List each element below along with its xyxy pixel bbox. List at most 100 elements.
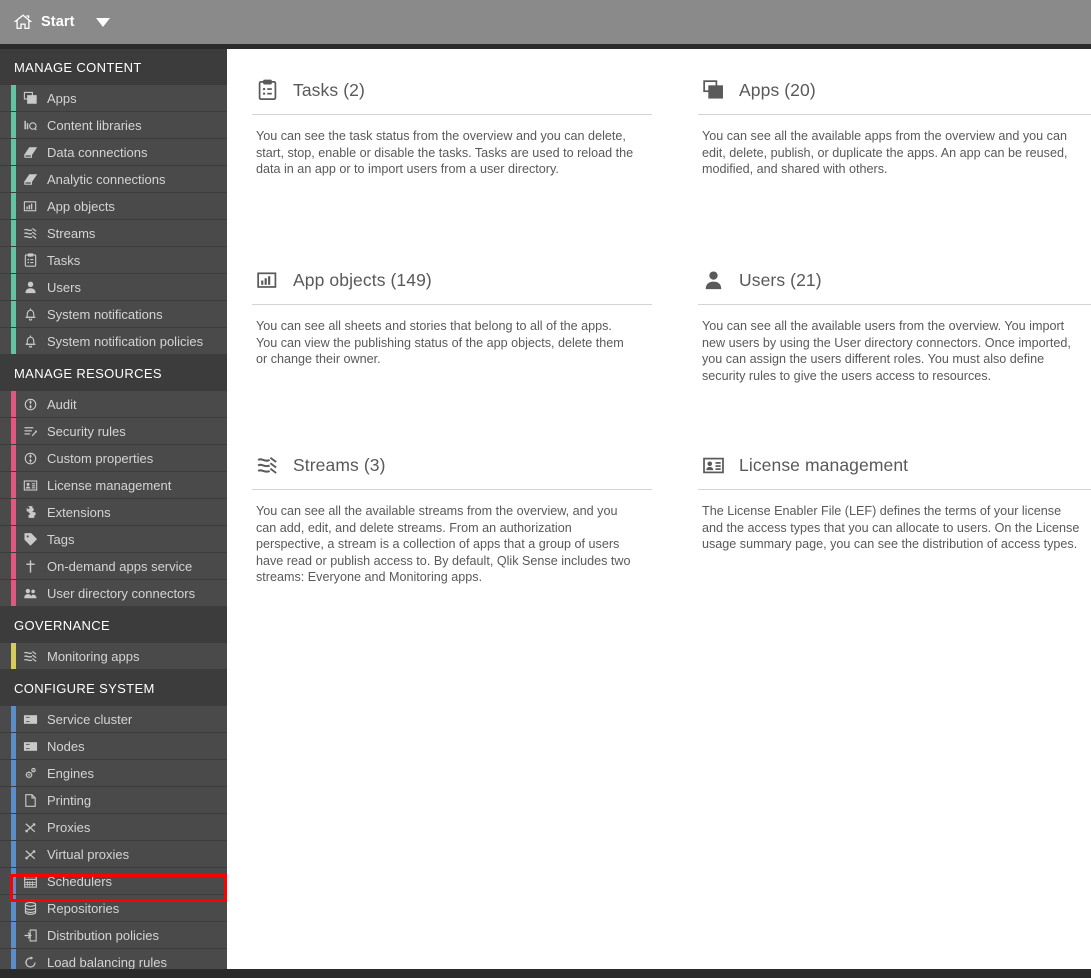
sidebar-item-distribution-policies[interactable]: Distribution policies (0, 922, 227, 949)
overview-card[interactable]: Tasks (2) You can see the task status fro… (246, 67, 666, 257)
overview-card[interactable]: Users (21) You can see all the available … (692, 257, 1091, 442)
license-card-icon (22, 477, 39, 493)
distribution-policies-icon (22, 927, 39, 943)
sidebar-item-license-management[interactable]: License management (0, 472, 227, 499)
sidebar-item-label: Virtual proxies (47, 846, 130, 862)
top-header-bar: Start (0, 0, 1091, 44)
sidebar-item-label: Service cluster (47, 711, 133, 727)
card-header[interactable]: Apps (20) (692, 67, 1091, 114)
sidebar-item-label: On-demand apps service (47, 558, 193, 574)
sidebar-item-label: Repositories (47, 900, 120, 916)
sidebar-item-data-connections[interactable]: Data connections (0, 139, 227, 166)
sidebar-item-tasks[interactable]: Tasks (0, 247, 227, 274)
start-menu-button[interactable]: Start (0, 13, 110, 31)
users-icon (22, 279, 39, 295)
sidebar-item-label: Printing (47, 792, 92, 808)
card-header[interactable]: Tasks (2) (246, 67, 666, 114)
sidebar-item-monitoring-apps[interactable]: Monitoring apps (0, 643, 227, 670)
sidebar-item-system-notifications[interactable]: System notifications (0, 301, 227, 328)
sidebar-item-label: Engines (47, 765, 94, 781)
sidebar-section-header-configure-system: CONFIGURE SYSTEM (0, 670, 227, 706)
main-sidebar: MANAGE CONTENT Apps Content libraries Data … (0, 49, 227, 969)
license-card-icon (701, 454, 725, 478)
sidebar-item-apps[interactable]: Apps (0, 85, 227, 112)
server-icon (22, 711, 39, 727)
card-description: You can see all the available apps from … (702, 129, 1068, 177)
sidebar-item-security-rules[interactable]: Security rules (0, 418, 227, 445)
sidebar-item-virtual-proxies[interactable]: Virtual proxies (0, 841, 227, 868)
sidebar-item-schedulers[interactable]: Schedulers (0, 868, 227, 895)
sidebar-item-label: App objects (47, 198, 115, 214)
schedulers-calendar-icon (22, 873, 39, 889)
proxies-icon (22, 846, 39, 862)
app-objects-icon (255, 269, 279, 293)
sidebar-item-app-objects[interactable]: App objects (0, 193, 227, 220)
apps-icon (701, 79, 725, 103)
card-header[interactable]: Users (21) (692, 257, 1091, 304)
card-header[interactable]: App objects (149) (246, 257, 666, 304)
custom-properties-icon (22, 450, 39, 466)
sidebar-item-tags[interactable]: Tags (0, 526, 227, 553)
audit-icon (22, 396, 39, 412)
card-title: Tasks (2) (293, 80, 365, 100)
card-header[interactable]: Streams (3) (246, 442, 666, 489)
security-rules-icon (22, 423, 39, 439)
overview-card[interactable]: Streams (3) You can see all the available… (246, 442, 666, 622)
tag-icon (22, 531, 39, 547)
streams-icon (22, 225, 39, 241)
sidebar-item-label: Tags (47, 531, 75, 547)
sidebar-item-on-demand-apps-service[interactable]: On-demand apps service (0, 553, 227, 580)
card-description: The License Enabler File (LEF) defines t… (702, 504, 1080, 552)
sidebar-item-analytic-connections[interactable]: Analytic connections (0, 166, 227, 193)
card-description: You can see the task status from the ove… (256, 129, 634, 177)
sidebar-item-audit[interactable]: Audit (0, 391, 227, 418)
sidebar-item-engines[interactable]: Engines (0, 760, 227, 787)
sidebar-item-system-notification-policies[interactable]: System notification policies (0, 328, 227, 355)
sidebar-item-content-libraries[interactable]: Content libraries (0, 112, 227, 139)
sidebar-item-label: Nodes (47, 738, 85, 754)
sidebar-item-service-cluster[interactable]: Service cluster (0, 706, 227, 733)
on-demand-icon (22, 558, 39, 574)
sidebar-item-repositories[interactable]: Repositories (0, 895, 227, 922)
card-description: You can see all the available users from… (702, 319, 1071, 383)
printing-page-icon (22, 792, 39, 808)
sidebar-item-label: Analytic connections (47, 171, 166, 187)
sidebar-item-label: Apps (47, 90, 77, 106)
overview-card-grid: Tasks (2) You can see the task status fro… (227, 49, 1091, 622)
sidebar-item-label: Schedulers (47, 873, 113, 889)
sidebar-item-proxies[interactable]: Proxies (0, 814, 227, 841)
load-balancing-icon (22, 954, 39, 969)
apps-icon (22, 90, 39, 106)
bell-icon (22, 333, 39, 349)
streams-icon (22, 648, 39, 664)
overview-card[interactable]: License management The License Enabler Fi… (692, 442, 1091, 622)
streams-icon (255, 454, 279, 478)
sidebar-item-label: Content libraries (47, 117, 142, 133)
sidebar-item-label: User directory connectors (47, 585, 196, 601)
sidebar-item-users[interactable]: Users (0, 274, 227, 301)
qlik-management-console: Start MANAGE CONTENT Apps Content librarie… (0, 0, 1091, 978)
sidebar-item-nodes[interactable]: Nodes (0, 733, 227, 760)
sidebar-item-label: License management (47, 477, 172, 493)
chevron-down-icon[interactable] (95, 17, 110, 27)
sidebar-item-custom-properties[interactable]: Custom properties (0, 445, 227, 472)
card-title: Users (21) (739, 270, 822, 290)
user-directory-icon (22, 585, 39, 601)
sidebar-section-header-manage-content: MANAGE CONTENT (0, 49, 227, 85)
card-title: Apps (20) (739, 80, 816, 100)
sidebar-item-label: Custom properties (47, 450, 154, 466)
data-connections-icon (22, 144, 39, 160)
overview-card[interactable]: App objects (149) You can see all sheets … (246, 257, 666, 442)
sidebar-item-streams[interactable]: Streams (0, 220, 227, 247)
card-header[interactable]: License management (692, 442, 1091, 489)
sidebar-item-label: System notifications (47, 306, 163, 322)
sidebar-item-extensions[interactable]: Extensions (0, 499, 227, 526)
sidebar-item-user-directory-connectors[interactable]: User directory connectors (0, 580, 227, 607)
bottom-edge (0, 969, 1091, 978)
app-objects-icon (22, 198, 39, 214)
overview-card[interactable]: Apps (20) You can see all the available a… (692, 67, 1091, 257)
sidebar-item-printing[interactable]: Printing (0, 787, 227, 814)
proxies-icon (22, 819, 39, 835)
sidebar-item-load-balancing-rules[interactable]: Load balancing rules (0, 949, 227, 969)
sidebar-item-label: Streams (47, 225, 96, 241)
